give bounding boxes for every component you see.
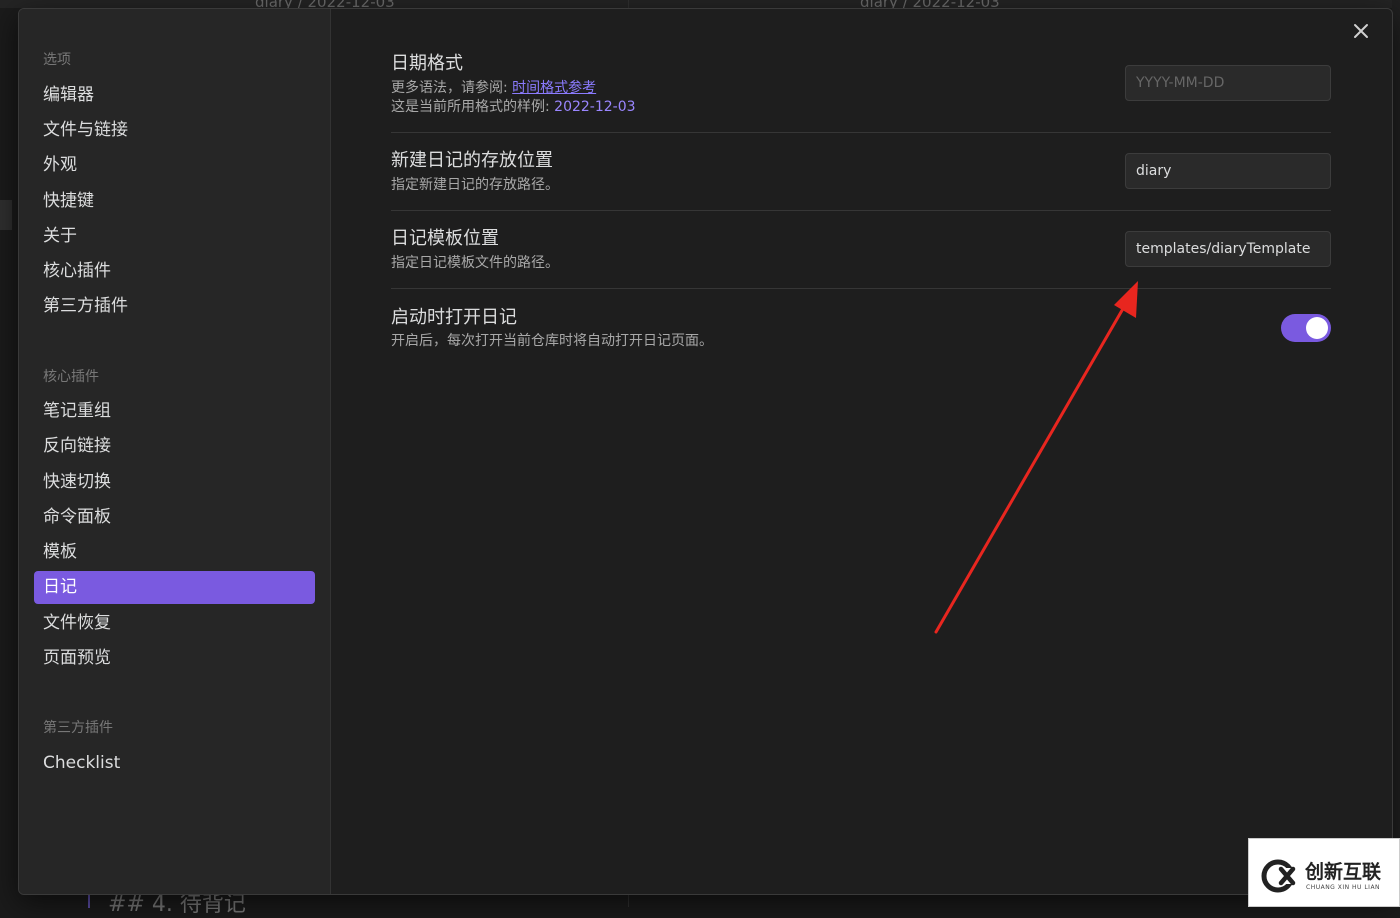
setting-name: 启动时打开日记 bbox=[391, 307, 517, 328]
setting-name: 日记模板位置 bbox=[391, 228, 499, 249]
background-titlebar bbox=[0, 0, 1400, 8]
sample-value: 2022-12-03 bbox=[554, 99, 636, 115]
toggle-knob bbox=[1306, 317, 1328, 339]
nav-item-about[interactable]: 关于 bbox=[34, 220, 315, 253]
watermark-subtitle: CHUANG XIN HU LIAN bbox=[1306, 884, 1381, 891]
nav-item-files-links[interactable]: 文件与链接 bbox=[34, 114, 315, 147]
nav-item-daily-notes[interactable]: 日记 bbox=[34, 571, 315, 604]
settings-sidebar: 选项 编辑器 文件与链接 外观 快捷键 关于 核心插件 第三方插件 核心插件 笔… bbox=[19, 9, 331, 894]
nav-group-title-community-plugins: 第三方插件 bbox=[43, 720, 113, 736]
nav-item-hotkeys[interactable]: 快捷键 bbox=[34, 185, 315, 218]
setting-sample: 这是当前所用格式的样例: 2022-12-03 bbox=[391, 98, 636, 117]
nav-item-editor[interactable]: 编辑器 bbox=[34, 79, 315, 112]
nav-item-page-preview[interactable]: 页面预览 bbox=[34, 642, 315, 675]
nav-item-core-plugins[interactable]: 核心插件 bbox=[34, 255, 315, 288]
watermark-logo: 创新互联 CHUANG XIN HU LIAN bbox=[1248, 838, 1400, 907]
nav-item-command-palette[interactable]: 命令面板 bbox=[34, 501, 315, 534]
nav-group-title-options: 选项 bbox=[43, 52, 71, 68]
nav-item-backlinks[interactable]: 反向链接 bbox=[34, 430, 315, 463]
nav-group-title-core-plugins: 核心插件 bbox=[43, 369, 99, 385]
setting-description: 更多语法，请参阅: 时间格式参考 bbox=[391, 79, 596, 98]
sample-text: 这是当前所用格式的样例: bbox=[391, 99, 555, 115]
nav-item-templates[interactable]: 模板 bbox=[34, 536, 315, 569]
watermark-logo-icon bbox=[1261, 859, 1296, 893]
nav-item-quick-switcher[interactable]: 快速切换 bbox=[34, 466, 315, 499]
setting-description: 开启后，每次打开当前仓库时将自动打开日记页面。 bbox=[391, 333, 713, 349]
setting-name: 新建日记的存放位置 bbox=[391, 150, 553, 171]
description-text: 更多语法，请参阅: bbox=[391, 80, 513, 96]
background-right-strip bbox=[1392, 0, 1400, 907]
setting-name: 日期格式 bbox=[391, 53, 463, 74]
nav-item-note-composer[interactable]: 笔记重组 bbox=[34, 395, 315, 428]
setting-date-format: 日期格式 更多语法，请参阅: 时间格式参考 这是当前所用格式的样例: 2022-… bbox=[391, 43, 1331, 133]
settings-modal: 选项 编辑器 文件与链接 外观 快捷键 关于 核心插件 第三方插件 核心插件 笔… bbox=[18, 8, 1393, 895]
background-ribbon bbox=[0, 200, 12, 230]
open-on-start-toggle[interactable] bbox=[1281, 314, 1331, 342]
setting-open-on-start: 启动时打开日记 开启后，每次打开当前仓库时将自动打开日记页面。 bbox=[391, 288, 1331, 368]
nav-item-community-plugins[interactable]: 第三方插件 bbox=[34, 290, 315, 323]
setting-new-file-location: 新建日记的存放位置 指定新建日记的存放路径。 bbox=[391, 132, 1331, 211]
setting-description: 指定日记模板文件的路径。 bbox=[391, 255, 559, 271]
watermark-title: 创新互联 bbox=[1305, 861, 1382, 883]
close-icon[interactable] bbox=[1351, 21, 1371, 41]
new-file-location-input[interactable] bbox=[1125, 153, 1331, 189]
nav-item-appearance[interactable]: 外观 bbox=[34, 149, 315, 182]
setting-template-location: 日记模板位置 指定日记模板文件的路径。 bbox=[391, 210, 1331, 289]
date-format-input[interactable] bbox=[1125, 65, 1331, 101]
nav-item-checklist[interactable]: Checklist bbox=[34, 747, 315, 780]
template-location-input[interactable] bbox=[1125, 231, 1331, 267]
setting-description: 指定新建日记的存放路径。 bbox=[391, 177, 559, 193]
format-reference-link[interactable]: 时间格式参考 bbox=[512, 80, 596, 96]
nav-item-file-recovery[interactable]: 文件恢复 bbox=[34, 607, 315, 640]
settings-content: 日期格式 更多语法，请参阅: 时间格式参考 这是当前所用格式的样例: 2022-… bbox=[391, 9, 1331, 894]
